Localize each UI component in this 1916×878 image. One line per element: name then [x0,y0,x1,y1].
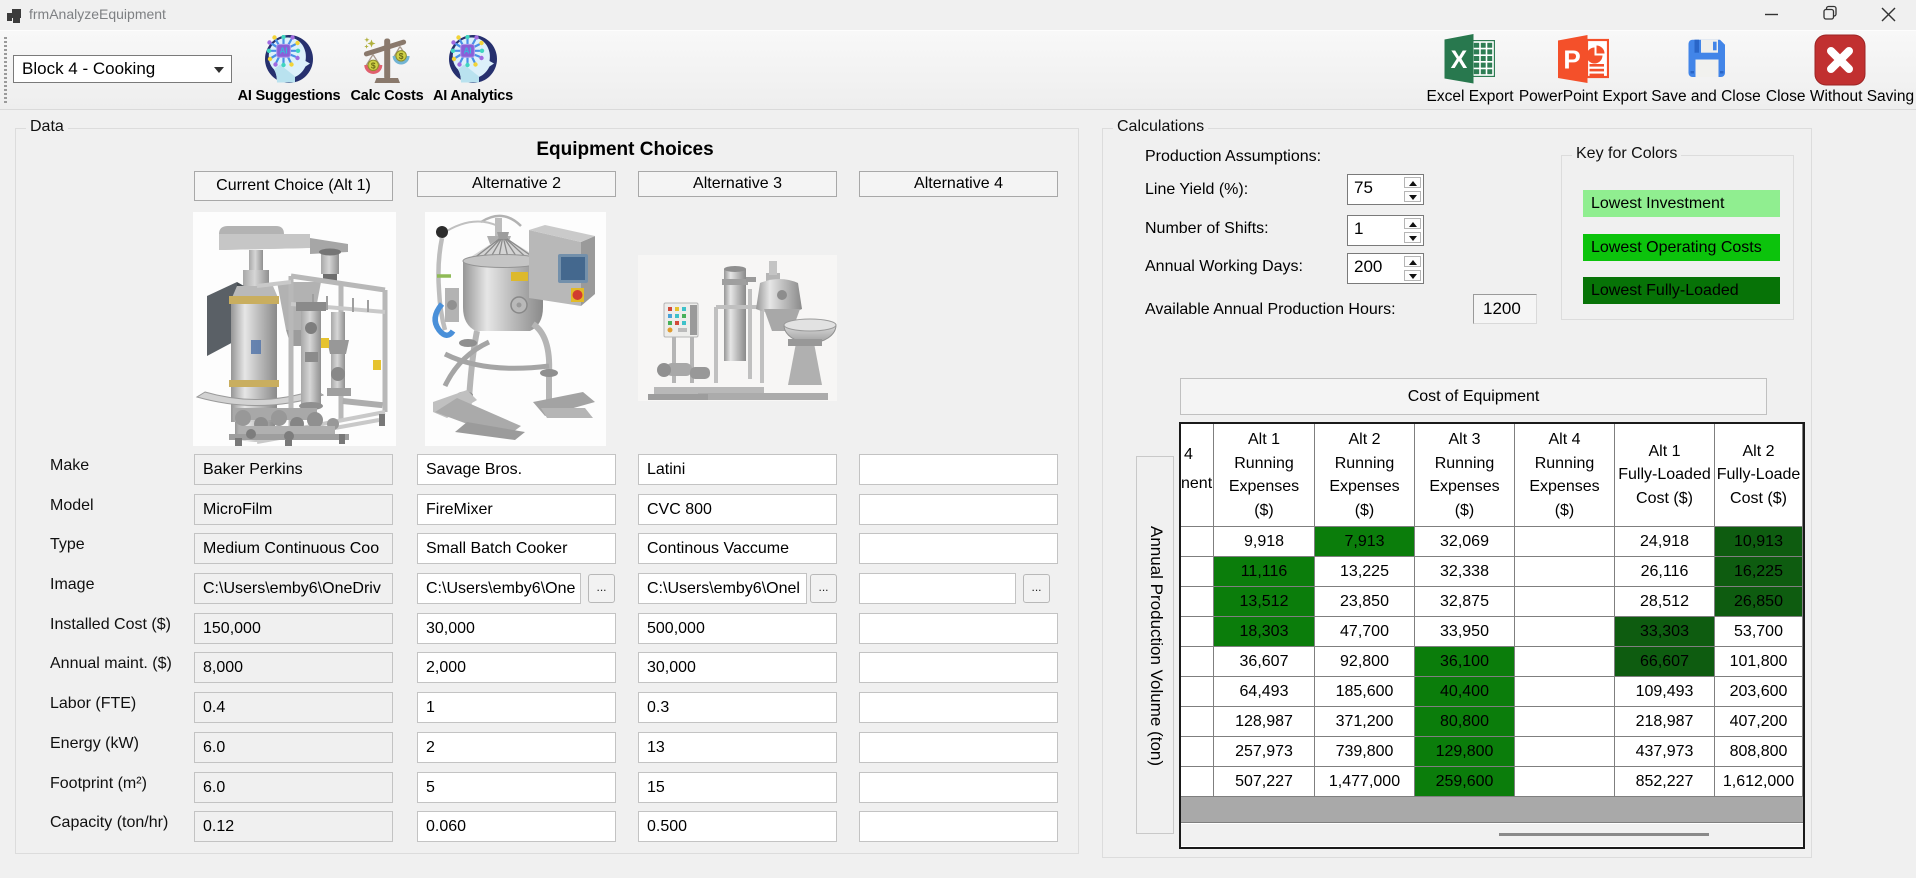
svg-text:$: $ [371,61,376,71]
svg-text:P: P [1563,45,1580,75]
svg-text:AI: AI [280,47,288,56]
svg-text:X: X [1451,46,1468,74]
svg-text:$: $ [399,51,404,61]
